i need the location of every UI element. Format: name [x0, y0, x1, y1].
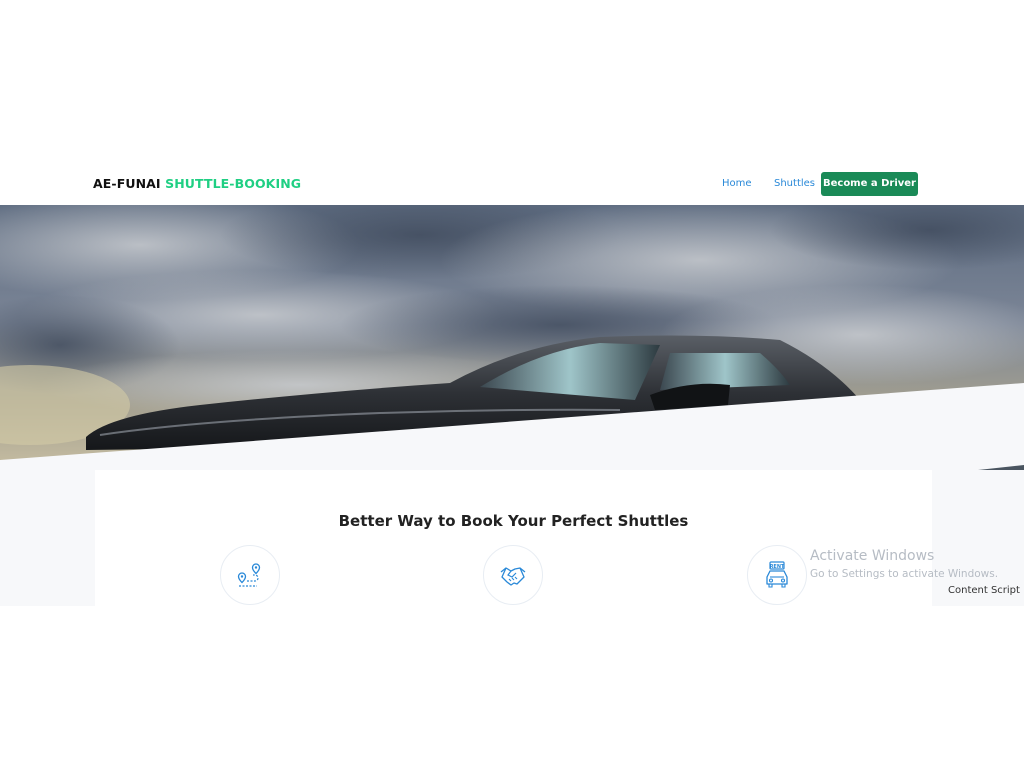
activate-subtitle: Go to Settings to activate Windows.: [810, 568, 999, 580]
brand-accent: SHUTTLE-BOOKING: [165, 176, 302, 191]
svg-text:RENT: RENT: [770, 564, 785, 570]
navbar: AE-FUNAI SHUTTLE-BOOKING Home Shuttles B…: [0, 160, 1024, 205]
content-script-label: Content Script: [948, 585, 1020, 596]
nav-link-home[interactable]: Home: [722, 178, 752, 189]
hero-banner: [0, 205, 1024, 470]
feature-rent: RENT: [747, 545, 807, 605]
handshake-icon: [500, 567, 526, 586]
rent-car-icon: RENT: [766, 561, 788, 588]
route-map-icon: [237, 563, 261, 587]
activate-windows-watermark: Activate Windows Go to Settings to activ…: [810, 548, 998, 580]
features-card: Better Way to Book Your Perfect Shuttles: [95, 470, 932, 606]
page-viewport: AE-FUNAI SHUTTLE-BOOKING Home Shuttles B…: [0, 160, 1024, 606]
nav-link-shuttles[interactable]: Shuttles: [774, 178, 815, 189]
brand-logo[interactable]: AE-FUNAI SHUTTLE-BOOKING: [93, 176, 301, 191]
hero-image: [0, 205, 1024, 470]
activate-title: Activate Windows: [810, 548, 935, 564]
become-driver-button[interactable]: Become a Driver: [821, 172, 918, 196]
feature-handshake: [483, 545, 543, 605]
feature-route: [220, 545, 280, 605]
features-title: Better Way to Book Your Perfect Shuttles: [338, 512, 689, 530]
brand-primary: AE-FUNAI: [93, 176, 161, 191]
